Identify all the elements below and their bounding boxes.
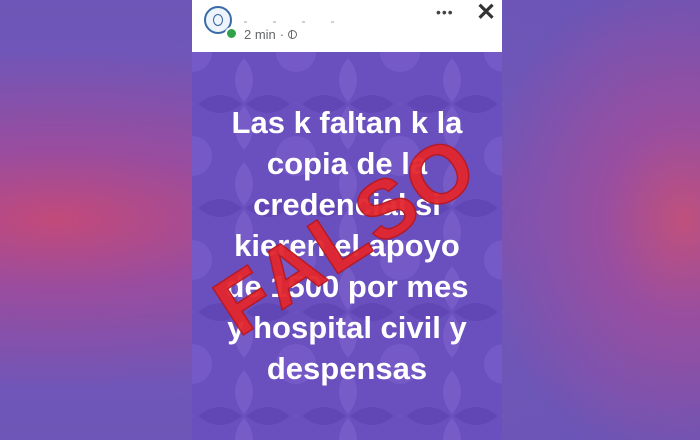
post-meta: 2 min · — [244, 27, 298, 42]
author-name-redacted — [244, 10, 394, 23]
post-text-line: y hospital civil y — [227, 310, 467, 345]
post-text-line: kieren el apoyo — [234, 228, 460, 263]
close-icon[interactable]: ✕ — [476, 0, 496, 27]
post-timestamp[interactable]: 2 min — [244, 27, 276, 42]
meta-separator: · — [279, 27, 285, 42]
post-header: 2 min · ••• ✕ — [192, 0, 502, 52]
facebook-post-card: 2 min · ••• ✕ Las k faltan k la copia de… — [192, 0, 502, 440]
post-text-line: Las k faltan k la — [231, 105, 463, 140]
ellipsis-icon[interactable]: ••• — [436, 4, 454, 20]
post-image[interactable]: Las k faltan k la copia de la credencial… — [192, 52, 502, 440]
avatar-face — [213, 14, 223, 26]
post-text-line: despensas — [266, 351, 428, 386]
background-blur-right — [500, 0, 700, 440]
globe-icon — [288, 30, 298, 39]
post-image-text: Las k faltan k la copia de la credencial… — [192, 102, 502, 389]
online-status-dot — [225, 27, 238, 40]
post-text-line: copia de la — [266, 146, 428, 181]
post-text-line: de 1500 por mes — [225, 269, 469, 304]
post-text-line: credencial si — [253, 187, 441, 222]
